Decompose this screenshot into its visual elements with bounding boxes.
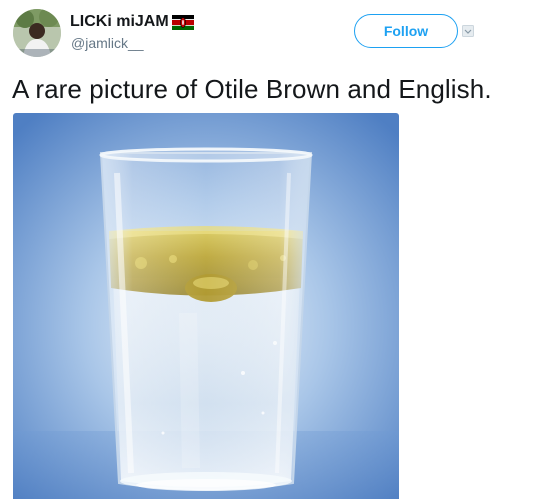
more-options-icon[interactable]: [462, 24, 474, 37]
glass-of-water-and-oil-image: [13, 113, 399, 499]
user-handle[interactable]: @jamlick__: [71, 34, 144, 52]
author-name-row[interactable]: LICKi miJAM: [70, 12, 194, 32]
follow-button[interactable]: Follow: [354, 14, 458, 48]
tweet-photo[interactable]: [13, 113, 399, 499]
tweet-text: A rare picture of Otile Brown and Englis…: [12, 74, 492, 104]
avatar-image: [13, 9, 61, 57]
display-name[interactable]: LICKi miJAM: [70, 12, 169, 32]
avatar[interactable]: [13, 9, 61, 57]
kenya-flag-icon: [171, 14, 194, 30]
